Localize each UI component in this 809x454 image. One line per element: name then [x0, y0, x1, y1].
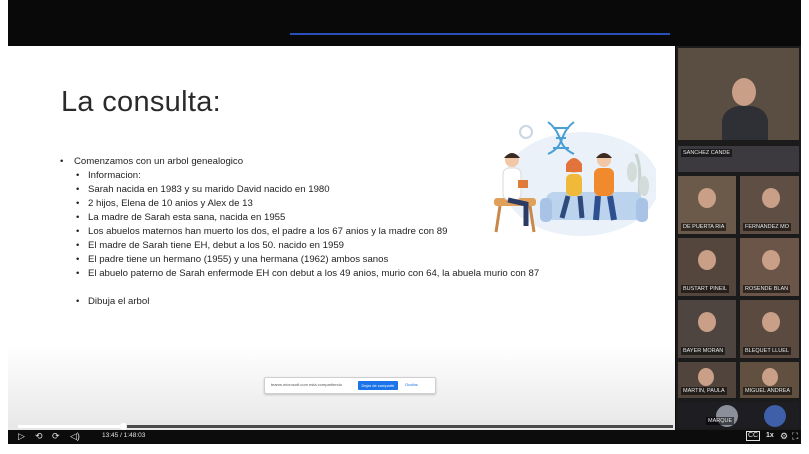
fullscreen-icon[interactable]: ⛶	[792, 431, 798, 441]
list-item: Los abuelos maternos han muerto los dos,…	[60, 225, 539, 239]
slide-title: La consulta:	[61, 86, 221, 118]
list-item: 2 hijos, Elena de 10 anios y Alex de 13	[60, 197, 539, 211]
participant-tile[interactable]: FERNANDEZ MO	[740, 176, 799, 234]
list-item-text: El padre tiene un hermano (1955) y una h…	[88, 254, 389, 265]
list-item-text: 2 hijos, Elena de 10 anios y Alex de 13	[88, 198, 253, 209]
bullet-main: Comenzamos con un arbol genealogico	[60, 155, 539, 169]
slide-bullets: Comenzamos con un arbol genealogico Info…	[60, 155, 539, 309]
avatar	[764, 405, 786, 427]
avatar	[732, 78, 756, 106]
seek-handle[interactable]	[119, 423, 127, 430]
list-item: Sarah nacida en 1983 y su marido David n…	[60, 183, 539, 197]
avatar	[698, 312, 716, 332]
final-item: Dibuja el arbol	[60, 295, 539, 309]
time-display: 13:45 / 1:48:03	[102, 432, 146, 439]
list-item-text: El madre de Sarah tiene EH, debut a los …	[88, 240, 345, 251]
sub-header-text: Informacion:	[88, 170, 141, 181]
captions-icon[interactable]: CC	[746, 431, 761, 441]
participant-name: FERNANDEZ MO	[743, 223, 791, 231]
list-item-text: La madre de Sarah esta sana, nacida en 1…	[88, 212, 286, 223]
participant-name: BLEQUET LLUEL	[743, 347, 791, 355]
seek-progress	[18, 425, 123, 428]
bullet-main-text: Comenzamos con un arbol genealogico	[74, 156, 244, 167]
avatar	[698, 188, 716, 208]
settings-icon[interactable]: ⚙	[780, 431, 788, 441]
participant-name: SANCHEZ CANDE	[681, 149, 733, 157]
participant-name: BAYER MORAN	[681, 347, 726, 355]
avatar	[698, 250, 716, 270]
spacer	[60, 281, 539, 295]
top-loading-bar	[290, 33, 670, 35]
sub-header: Informacion:	[60, 169, 539, 183]
list-item: El padre tiene un hermano (1955) y una h…	[60, 253, 539, 267]
list-item-text: El abuelo paterno de Sarah enfermode EH …	[88, 268, 540, 279]
participant-name: BUSTART PINEIL	[681, 285, 730, 293]
video-player[interactable]: La consulta: Comenzamos con un arbol gen…	[8, 0, 801, 444]
playback-speed[interactable]: 1x	[766, 432, 774, 439]
participant-tile-speaker[interactable]	[678, 48, 799, 140]
volume-icon[interactable]: ◁)	[70, 431, 80, 441]
seek-bar[interactable]	[18, 423, 673, 430]
participant-tile[interactable]: BUSTART PINEIL	[678, 238, 736, 296]
participant-name: ROSENDE BLAN	[743, 285, 791, 293]
list-item-text: Los abuelos maternos han muerto los dos,…	[88, 226, 448, 237]
avatar	[698, 368, 714, 386]
participant-tile[interactable]: BLEQUET LLUEL	[740, 300, 799, 358]
list-item-text: Sarah nacida en 1983 y su marido David n…	[88, 184, 330, 195]
participant-tile[interactable]: BAYER MORAN	[678, 300, 736, 358]
participant-name: DE PUERTA RIA	[681, 223, 727, 231]
participant-name: MARTIN, PAULA	[681, 387, 727, 395]
final-item-text: Dibuja el arbol	[88, 296, 150, 307]
participant-tile[interactable]: MARTIN, PAULA	[678, 362, 736, 398]
player-controls: ▷ ⟲ ⟳ ◁) 13:45 / 1:48:03 CC 1x ⚙ ⛶	[8, 423, 801, 444]
screen-share-notification: teams.microsoft.com está compartiendo De…	[264, 377, 436, 394]
participant-tile[interactable]: MARQUE	[678, 402, 799, 428]
consultation-illustration	[494, 121, 656, 236]
participant-panel: DE PUERTA RIA FERNANDEZ MO SANCHEZ CANDE…	[676, 46, 801, 430]
list-item: La madre de Sarah esta sana, nacida en 1…	[60, 211, 539, 225]
list-item: El abuelo paterno de Sarah enfermode EH …	[60, 267, 539, 281]
top-bar	[8, 0, 801, 46]
participant-tile[interactable]: ROSENDE BLAN	[740, 238, 799, 296]
avatar	[762, 312, 780, 332]
participant-name: MARQUE	[706, 417, 735, 425]
screen-share-text: teams.microsoft.com está compartiendo	[271, 382, 342, 387]
avatar	[762, 188, 780, 208]
participant-tile[interactable]: SANCHEZ CANDE	[678, 146, 799, 172]
avatar	[762, 250, 780, 270]
rewind-icon[interactable]: ⟲	[35, 431, 43, 441]
participant-name: MIGUEL ANDREA	[743, 387, 793, 395]
participant-tile[interactable]: MIGUEL ANDREA	[740, 362, 799, 398]
hide-link[interactable]: Ocultar	[405, 382, 418, 387]
presentation-slide: La consulta: Comenzamos con un arbol gen…	[8, 46, 675, 430]
forward-icon[interactable]: ⟳	[52, 431, 60, 441]
recording-frame: La consulta: Comenzamos con un arbol gen…	[0, 0, 809, 454]
avatar	[762, 368, 778, 386]
stop-sharing-button[interactable]: Dejar de compartir	[358, 381, 398, 390]
list-item: El madre de Sarah tiene EH, debut a los …	[60, 239, 539, 253]
play-icon[interactable]: ▷	[18, 431, 25, 441]
participant-tile[interactable]: DE PUERTA RIA	[678, 176, 736, 234]
